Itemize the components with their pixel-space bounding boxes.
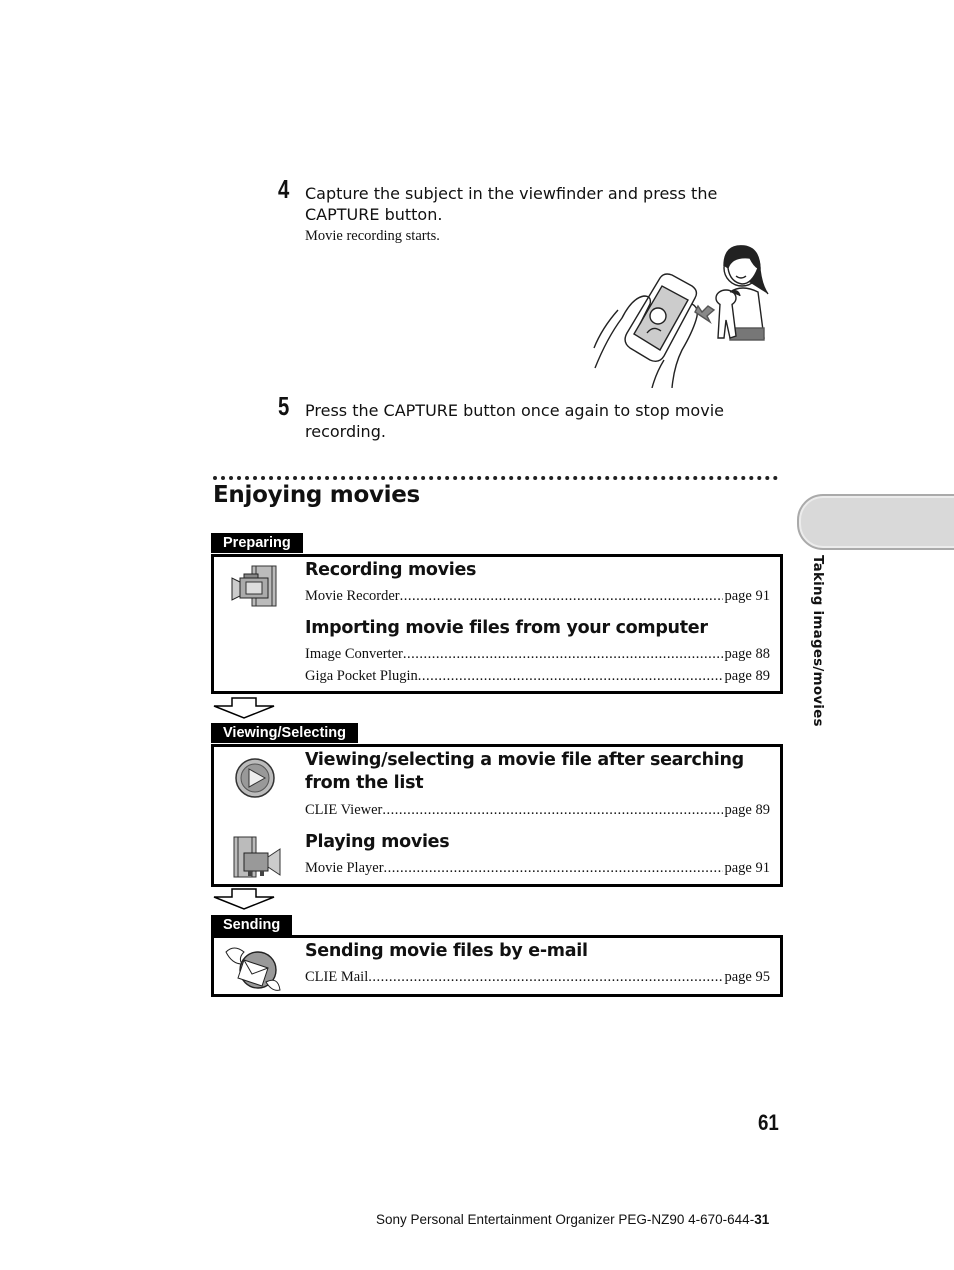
toc-entry[interactable]: CLIE Mail page 95 (305, 967, 770, 987)
toc-entry[interactable]: Movie Player page 91 (305, 858, 770, 878)
section-heading: Importing movie files from your computer (305, 618, 708, 638)
toc-entry[interactable]: Image Converter page 88 (305, 644, 770, 664)
entry-name: Image Converter (305, 646, 403, 662)
clie-viewer-icon (234, 757, 276, 803)
dotted-divider (213, 476, 778, 480)
toc-entry[interactable]: CLIE Viewer page 89 (305, 800, 770, 820)
group-box-preparing: Recording movies Movie Recorder page 91 I… (211, 554, 783, 694)
page-number: 61 (758, 1110, 779, 1135)
capture-illustration (592, 238, 774, 389)
step-text: Capture the subject in the viewfinder an… (305, 183, 717, 225)
footer-bold: 31 (754, 1212, 770, 1227)
section-heading-line: from the list (305, 773, 424, 793)
step-text-line: CAPTURE button. (305, 205, 443, 224)
section-heading: Playing movies (305, 832, 450, 852)
entry-page[interactable]: page 95 (723, 967, 771, 987)
entry-page[interactable]: page 89 (723, 800, 771, 820)
entry-page[interactable]: page 88 (723, 644, 771, 664)
step-text-line: Capture the subject in the viewfinder an… (305, 184, 718, 203)
entry-page[interactable]: page 89 (723, 666, 771, 686)
dot-leader (403, 644, 723, 664)
section-heading: Sending movie files by e-mail (305, 941, 588, 961)
group-box-sending: Sending movie files by e-mail CLIE Mail … (211, 935, 783, 997)
entry-name: Giga Pocket Plugin (305, 668, 418, 684)
group-tab-sending: Sending (211, 915, 293, 935)
dot-leader (400, 586, 723, 606)
clie-mail-icon (222, 942, 284, 996)
device-illustration (624, 273, 698, 363)
section-heading-line: Viewing/selecting a movie file after sea… (305, 750, 744, 770)
entry-name: Movie Recorder (305, 588, 400, 604)
section-heading: Recording movies (305, 560, 477, 580)
toc-entry[interactable]: Giga Pocket Plugin page 89 (305, 666, 770, 686)
flow-arrow-down-icon (212, 697, 276, 719)
chapter-tab (797, 494, 954, 550)
step-text-line: Press the CAPTURE button once again to s… (305, 401, 724, 420)
flow-arrow-down-icon (212, 888, 276, 910)
movie-player-icon (230, 835, 284, 883)
step-note: Movie recording starts. (305, 228, 440, 244)
step-number: 5 (278, 391, 290, 421)
dot-leader (418, 666, 723, 686)
toc-entry[interactable]: Movie Recorder page 91 (305, 586, 770, 606)
movie-recorder-icon (230, 564, 284, 612)
group-tab-viewing-selecting: Viewing/Selecting (211, 723, 359, 743)
entry-page[interactable]: page 91 (723, 858, 771, 878)
section-heading: Viewing/selecting a movie file after sea… (305, 749, 744, 795)
group-box-viewing-selecting: Viewing/selecting a movie file after sea… (211, 744, 783, 887)
footer: Sony Personal Entertainment Organizer PE… (376, 1212, 769, 1227)
entry-name: Movie Player (305, 860, 384, 876)
step-number: 4 (278, 174, 290, 204)
entry-name: CLIE Viewer (305, 802, 383, 818)
step-text: Press the CAPTURE button once again to s… (305, 400, 724, 442)
section-title: Enjoying movies (213, 482, 420, 508)
footer-text: Sony Personal Entertainment Organizer PE… (376, 1212, 755, 1227)
group-tab-preparing: Preparing (211, 533, 303, 553)
step-text-line: recording. (305, 422, 386, 441)
dot-leader (382, 800, 722, 820)
entry-page[interactable]: page 91 (723, 586, 771, 606)
entry-name: CLIE Mail (305, 969, 369, 985)
dot-leader (384, 858, 723, 878)
chapter-label: Taking images/movies (810, 555, 826, 727)
dot-leader (368, 967, 722, 987)
